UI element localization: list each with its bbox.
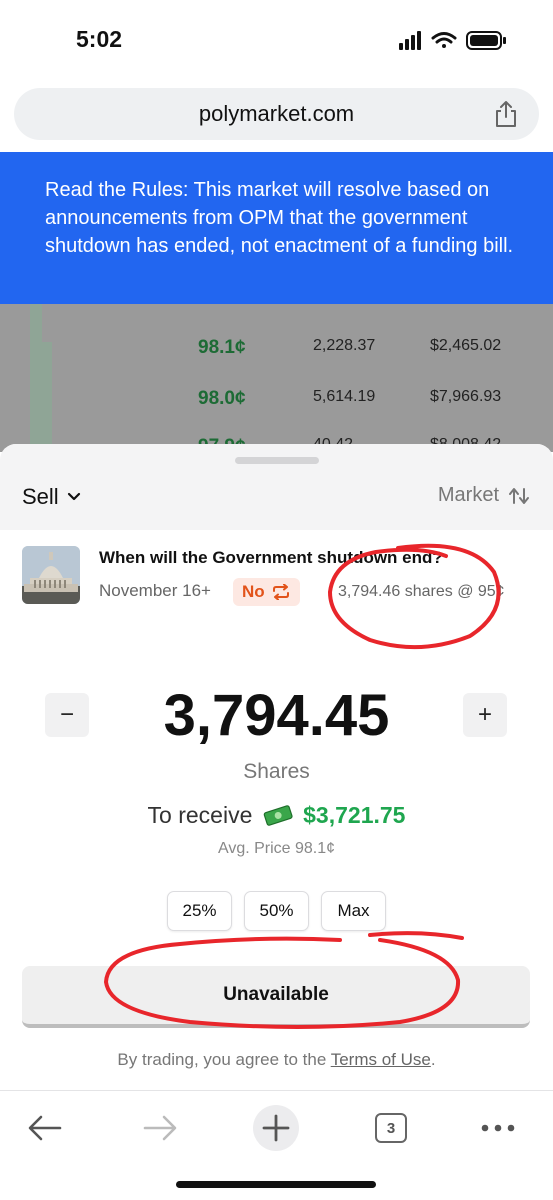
average-price: Avg. Price 98.1¢ xyxy=(217,840,336,857)
orderbook-total: $7,966.93 xyxy=(430,388,502,405)
side-badge-label: No xyxy=(242,582,265,601)
chevron-down-icon xyxy=(67,492,80,501)
more-dots-icon xyxy=(481,1124,515,1132)
wifi-icon xyxy=(431,32,457,48)
status-bar: 5:02 xyxy=(0,0,553,86)
receive-value: $3,721.75 xyxy=(303,802,406,828)
quick-amount-max-button[interactable]: Max xyxy=(321,891,386,931)
side-label: Sell xyxy=(22,484,59,509)
sheet-grab-handle[interactable] xyxy=(235,457,319,464)
swap-arrows-icon xyxy=(509,487,529,504)
url-text: polymarket.com xyxy=(198,101,355,126)
orderbook-price: 98.1¢ xyxy=(198,337,246,358)
quick-amount-50-button[interactable]: 50% xyxy=(244,891,309,931)
browser-toolbar: 3 xyxy=(0,1090,553,1200)
market-title: When will the Government shutdown end? xyxy=(99,548,443,567)
quick-amount-25-button[interactable]: 25% xyxy=(167,891,232,931)
trade-sheet-header: Sell Market xyxy=(0,444,553,530)
address-bar[interactable]: polymarket.com xyxy=(14,88,539,140)
tab-count: 3 xyxy=(375,1113,407,1143)
money-icon xyxy=(263,805,293,826)
terms-suffix: . xyxy=(430,1050,436,1069)
order-type-toggle[interactable]: Market xyxy=(438,484,529,507)
trade-submit-button[interactable]: Unavailable xyxy=(22,966,530,1028)
share-icon[interactable] xyxy=(493,100,519,128)
orderbook-total: $2,465.02 xyxy=(430,337,502,354)
receive-label: To receive xyxy=(147,802,253,828)
orderbook-shares: 2,228.37 xyxy=(313,337,376,354)
position-info: 3,794.46 shares @ 95¢ xyxy=(338,583,505,600)
receive-summary: To receive $3,721.75 xyxy=(0,802,553,830)
order-type-label: Market xyxy=(437,484,499,506)
switch-outcome-icon xyxy=(272,584,289,600)
terms-prefix: By trading, you agree to the xyxy=(117,1050,331,1069)
status-time: 5:02 xyxy=(76,26,123,52)
market-outcome: November 16+ xyxy=(99,581,211,600)
side-dropdown[interactable]: Sell xyxy=(22,484,81,510)
terms-of-use-link[interactable]: Terms of Use xyxy=(331,1050,431,1069)
rules-banner[interactable]: Read the Rules: This market will resolve… xyxy=(0,152,553,304)
battery-icon xyxy=(466,31,506,50)
back-button[interactable] xyxy=(20,1105,70,1151)
terms-notice: By trading, you agree to the Terms of Us… xyxy=(0,1050,553,1070)
orderbook-row: 98.1¢ 2,228.37 $2,465.02 xyxy=(0,337,553,377)
depth-chart xyxy=(30,302,52,452)
orderbook-shares: 5,614.19 xyxy=(313,388,376,405)
more-options-button[interactable] xyxy=(473,1105,523,1151)
orderbook-row: 98.0¢ 5,614.19 $7,966.93 xyxy=(0,388,553,428)
increase-amount-button[interactable]: + xyxy=(463,693,507,737)
orderbook-price: 98.0¢ xyxy=(198,388,246,409)
new-tab-button[interactable] xyxy=(251,1105,301,1151)
home-indicator xyxy=(176,1181,376,1188)
forward-button[interactable] xyxy=(135,1105,185,1151)
amount-unit: Shares xyxy=(243,760,310,783)
status-icons xyxy=(399,31,506,50)
tabs-button[interactable]: 3 xyxy=(366,1105,416,1151)
cellular-signal-icon xyxy=(399,31,421,50)
arrow-right-icon xyxy=(143,1115,177,1141)
plus-icon xyxy=(253,1105,299,1151)
arrow-left-icon xyxy=(28,1115,62,1141)
trade-sheet: Sell Market When will the Government shu… xyxy=(0,444,553,1090)
capitol-building-thumbnail xyxy=(22,546,80,604)
outcome-side-badge[interactable]: No xyxy=(233,578,300,606)
